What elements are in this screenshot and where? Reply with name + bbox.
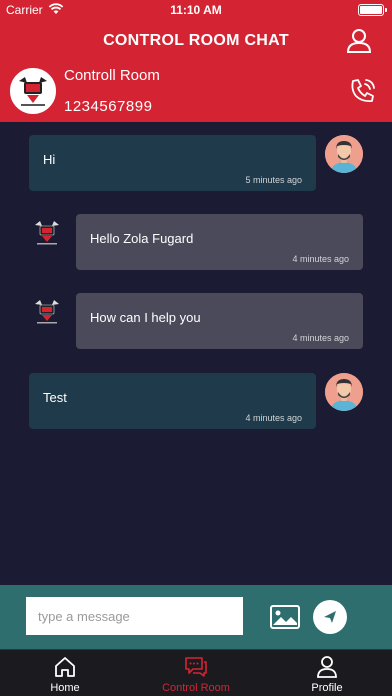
tab-profile[interactable]: Profile xyxy=(262,650,392,696)
page-title: CONTROL ROOM CHAT xyxy=(103,32,289,49)
tab-label: Control Room xyxy=(162,682,230,694)
user-avatar xyxy=(325,373,363,411)
user-avatar-icon xyxy=(325,373,363,411)
message-bubble-incoming: Hello Zola Fugard 4 minutes ago xyxy=(76,214,363,270)
bottom-tab-bar: Home Control Room Profile xyxy=(0,649,392,696)
chat-header: CONTROL ROOM CHAT Controll Room 12345678… xyxy=(0,20,392,122)
message-timestamp: 4 minutes ago xyxy=(292,333,349,343)
message-input[interactable] xyxy=(26,597,243,635)
home-icon xyxy=(55,657,75,677)
tab-label: Home xyxy=(50,682,80,694)
battery-icon xyxy=(358,4,387,16)
status-bar: Carrier 11:10 AM xyxy=(0,0,392,20)
user-icon xyxy=(317,656,337,678)
phone-call-icon[interactable] xyxy=(348,76,378,106)
send-button[interactable] xyxy=(313,600,347,634)
user-avatar-icon xyxy=(325,135,363,173)
message-bubble-incoming: How can I help you 4 minutes ago xyxy=(76,293,363,349)
chat-icon xyxy=(185,657,207,677)
message-bubble-outgoing: Test 4 minutes ago xyxy=(29,373,316,429)
send-icon xyxy=(324,611,336,623)
chat-messages[interactable]: Hi 5 minutes ago Hello Zola Fugard 4 min… xyxy=(0,122,392,585)
control-room-avatar-icon xyxy=(35,300,59,324)
message-text: Hi xyxy=(43,152,56,167)
image-icon[interactable] xyxy=(270,605,300,629)
message-timestamp: 4 minutes ago xyxy=(292,254,349,264)
message-timestamp: 5 minutes ago xyxy=(245,175,302,185)
tab-home[interactable]: Home xyxy=(0,650,130,696)
message-text: Test xyxy=(43,390,67,405)
room-name: Controll Room xyxy=(64,67,160,84)
tab-control-room[interactable]: Control Room xyxy=(131,650,261,696)
message-bubble-outgoing: Hi 5 minutes ago xyxy=(29,135,316,191)
user-avatar xyxy=(325,135,363,173)
control-room-logo xyxy=(10,68,56,114)
user-icon[interactable] xyxy=(346,28,372,54)
message-text: How can I help you xyxy=(90,310,201,325)
message-text: Hello Zola Fugard xyxy=(90,231,194,246)
control-room-avatar-icon xyxy=(35,221,59,245)
room-phone-number: 1234567899 xyxy=(64,98,153,115)
clock: 11:10 AM xyxy=(170,3,222,17)
tab-label: Profile xyxy=(311,682,343,694)
brand-logo-icon xyxy=(19,77,47,106)
message-composer xyxy=(0,585,392,649)
message-timestamp: 4 minutes ago xyxy=(245,413,302,423)
